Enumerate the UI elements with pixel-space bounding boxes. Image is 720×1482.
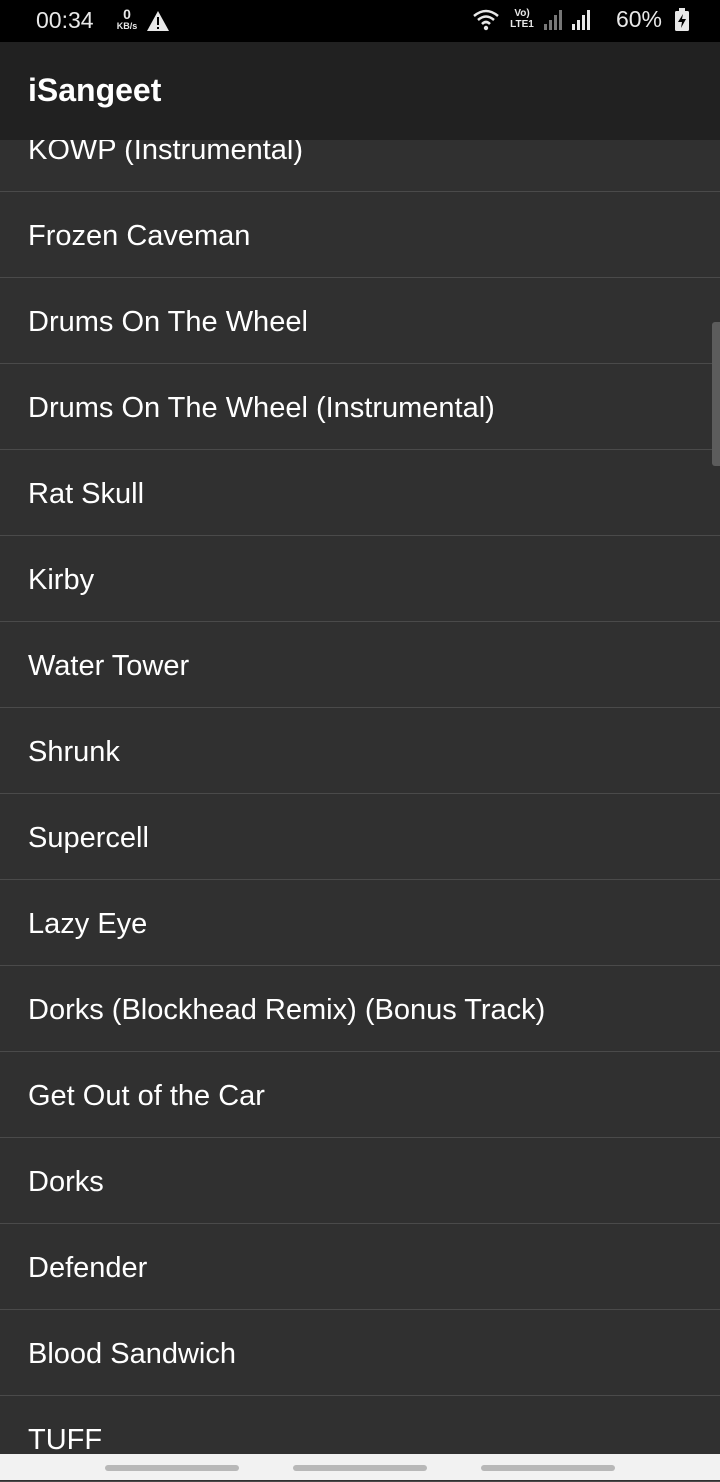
- song-title: Dorks (Blockhead Remix) (Bonus Track): [28, 994, 546, 1026]
- signal-icon: [572, 10, 590, 30]
- battery-charging-icon: [675, 8, 689, 31]
- nav-back-button[interactable]: [481, 1465, 615, 1471]
- list-item[interactable]: Shrunk: [0, 708, 720, 794]
- song-title: Shrunk: [28, 736, 120, 768]
- status-icons: Vo) LTE1 60%: [460, 6, 690, 36]
- list-item[interactable]: Blood Sandwich: [0, 1310, 720, 1396]
- nav-recents-button[interactable]: [105, 1465, 239, 1471]
- list-item[interactable]: Supercell: [0, 794, 720, 880]
- list-item[interactable]: Drums On The Wheel (Instrumental): [0, 364, 720, 450]
- data-speed-indicator: 0 KB/s: [112, 7, 142, 37]
- song-title: TUFF: [28, 1424, 103, 1456]
- list-item[interactable]: Drums On The Wheel: [0, 278, 720, 364]
- warning-icon: [147, 11, 169, 31]
- battery-percent: 60%: [615, 6, 662, 32]
- song-title: Defender: [28, 1252, 148, 1284]
- song-title: Water Tower: [28, 650, 190, 682]
- data-speed-unit: KB/s: [116, 21, 138, 31]
- song-title: Supercell: [28, 822, 149, 854]
- wifi-icon: [473, 9, 499, 31]
- list-item[interactable]: Get Out of the Car: [0, 1052, 720, 1138]
- list-item[interactable]: Dorks: [0, 1138, 720, 1224]
- navigation-bar: [0, 1454, 720, 1480]
- list-item[interactable]: Dorks (Blockhead Remix) (Bonus Track): [0, 966, 720, 1052]
- nav-home-button[interactable]: [293, 1465, 427, 1471]
- list-item[interactable]: Water Tower: [0, 622, 720, 708]
- list-item[interactable]: Rat Skull: [0, 450, 720, 536]
- signal-icon: [544, 10, 562, 30]
- list-item[interactable]: Frozen Caveman: [0, 192, 720, 278]
- list-item[interactable]: Defender: [0, 1224, 720, 1310]
- song-title: Blood Sandwich: [28, 1338, 236, 1370]
- network-type-label: Vo) LTE1: [510, 8, 534, 30]
- list-item[interactable]: Lazy Eye: [0, 880, 720, 966]
- song-title: Get Out of the Car: [28, 1080, 265, 1112]
- song-title: Lazy Eye: [28, 908, 148, 940]
- status-bar: 00:34 0 KB/s Vo) LTE1 60%: [0, 0, 720, 42]
- scrollbar-thumb[interactable]: [712, 322, 720, 466]
- song-title: Dorks: [28, 1166, 104, 1198]
- app-bar: iSangeet: [0, 42, 720, 140]
- status-time: 00:34: [36, 7, 94, 33]
- app-title: iSangeet: [28, 72, 162, 108]
- song-title: Kirby: [28, 564, 95, 596]
- song-list[interactable]: KOWP (Instrumental) Frozen Caveman Drums…: [0, 106, 720, 1482]
- list-item[interactable]: Kirby: [0, 536, 720, 622]
- data-speed-value: 0: [123, 6, 131, 22]
- song-title: Drums On The Wheel (Instrumental): [28, 392, 495, 424]
- song-title: Drums On The Wheel: [28, 306, 308, 338]
- song-title: Frozen Caveman: [28, 220, 251, 252]
- song-title: Rat Skull: [28, 478, 145, 510]
